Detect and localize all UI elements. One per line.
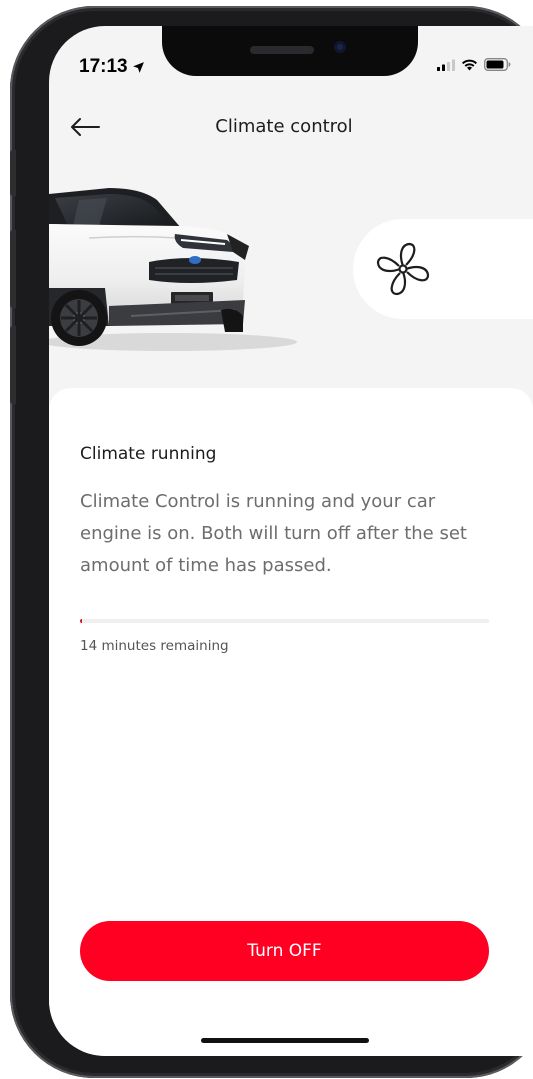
time-remaining-progress xyxy=(80,619,489,623)
wifi-icon xyxy=(462,59,477,71)
status-bar-indicators xyxy=(437,58,511,71)
cellular-signal-icon xyxy=(437,59,455,71)
vehicle-image xyxy=(49,176,299,356)
battery-icon xyxy=(484,58,511,71)
device-notch xyxy=(162,26,418,76)
app-screen: 17:13 Climate control Climate running Cl… xyxy=(49,26,533,1056)
home-indicator[interactable] xyxy=(201,1038,369,1043)
front-camera xyxy=(334,41,346,53)
top-navigation: Climate control xyxy=(49,106,533,150)
turn-off-button[interactable]: Turn OFF xyxy=(80,921,489,981)
device-stage: 17:13 Climate control Climate running Cl… xyxy=(0,0,533,1079)
progress-fill xyxy=(80,619,83,623)
time-remaining-label: 14 minutes remaining xyxy=(80,638,229,654)
location-arrow-icon xyxy=(132,61,144,73)
page-title: Climate control xyxy=(215,116,353,137)
fan-icon xyxy=(376,242,430,296)
status-time-text: 17:13 xyxy=(79,56,128,77)
status-bar-time: 17:13 xyxy=(79,56,145,78)
climate-fan-indicator xyxy=(353,219,533,319)
volume-down-button xyxy=(10,326,16,404)
mute-switch xyxy=(10,150,16,196)
status-description: Climate Control is running and your car … xyxy=(80,491,467,576)
status-heading: Climate running xyxy=(80,444,217,464)
earpiece-speaker xyxy=(250,46,314,54)
volume-up-button xyxy=(10,230,16,308)
